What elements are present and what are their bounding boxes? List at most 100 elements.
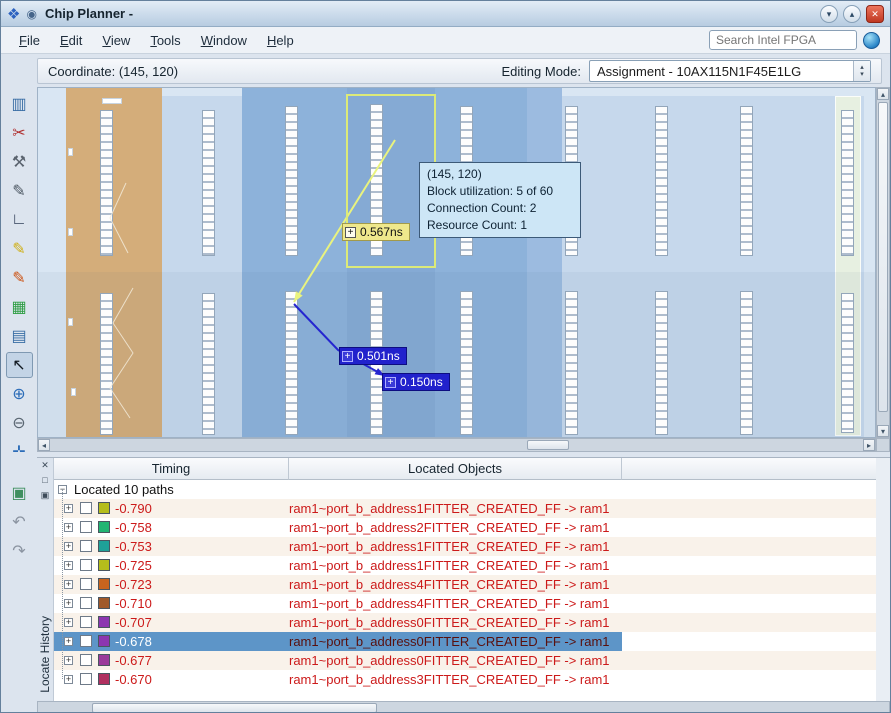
expand-icon[interactable]: + <box>64 542 73 551</box>
column-header-filler <box>622 458 876 480</box>
path-row-5[interactable]: +-0.723ram1~port_b_address4FITTER_CREATE… <box>54 575 876 594</box>
hscroll-thumb[interactable] <box>527 440 569 450</box>
combo-spinner-icon[interactable]: ▴▾ <box>853 61 870 81</box>
floorplan-canvas[interactable]: + 0.567ns + 0.501ns + 0.150ns (145, 120)… <box>37 87 876 438</box>
expand-icon[interactable]: + <box>64 504 73 513</box>
path-checkbox[interactable] <box>80 502 92 514</box>
editing-mode-combo[interactable]: Assignment - 10AX115N1F45E1LG ▴▾ <box>589 60 871 82</box>
path-timing: -0.790 <box>115 501 152 516</box>
maximize-button[interactable]: ▴ <box>843 5 861 23</box>
path-checkbox[interactable] <box>80 654 92 666</box>
scroll-down-icon[interactable]: ▾ <box>877 425 889 437</box>
path-row-2[interactable]: +-0.758ram1~port_b_address2FITTER_CREATE… <box>54 518 876 537</box>
selection-arrow-button[interactable]: ↖ <box>6 352 33 378</box>
path-checkbox[interactable] <box>80 597 92 609</box>
path-row-4[interactable]: +-0.725ram1~port_b_address1FITTER_CREATE… <box>54 556 876 575</box>
tree-root-row[interactable]: − Located 10 paths <box>54 480 876 499</box>
label-handle-icon[interactable]: + <box>345 227 356 238</box>
vscroll-thumb[interactable] <box>878 102 888 412</box>
coordinate-toolbar-inner: Coordinate: (145, 120) Editing Mode: Ass… <box>37 58 882 84</box>
menu-tools[interactable]: Tools <box>140 29 190 52</box>
wrench-tool-button[interactable]: ⚒ <box>6 149 33 175</box>
delay-label[interactable]: + 0.150ns <box>382 373 450 391</box>
menu-help[interactable]: Help <box>257 29 304 52</box>
close-button[interactable]: ✕ <box>866 5 884 23</box>
delay-label[interactable]: + 0.501ns <box>339 347 407 365</box>
undo-locate-button[interactable]: ↶ <box>6 509 33 535</box>
panel-pin-icon[interactable]: ▣ <box>39 490 52 503</box>
path-color-swatch <box>98 578 110 590</box>
canvas-hscrollbar[interactable]: ◂ ▸ <box>37 438 876 452</box>
path-checkbox[interactable] <box>80 616 92 628</box>
scroll-right-icon[interactable]: ▸ <box>863 439 875 451</box>
expand-icon[interactable]: + <box>64 599 73 608</box>
wrench-tool-icon: ⚒ <box>12 152 26 172</box>
panel-hscroll-thumb[interactable] <box>92 703 377 713</box>
menu-view[interactable]: View <box>92 29 140 52</box>
expand-icon[interactable]: + <box>64 637 73 646</box>
selection-arrow-icon: ↖ <box>12 355 25 375</box>
highlight-yellow-button[interactable]: ✎ <box>6 236 33 262</box>
path-color-swatch <box>98 654 110 666</box>
zoom-out-button[interactable]: ⊖ <box>6 410 33 436</box>
zoom-in-button[interactable]: ⊕ <box>6 381 33 407</box>
column-header-located-objects[interactable]: Located Objects <box>289 458 622 480</box>
column-header-timing[interactable]: Timing <box>54 458 289 480</box>
title-bar[interactable]: ❖ ◉ Chip Planner - ▾ ▴ ✕ <box>1 1 890 27</box>
path-checkbox[interactable] <box>80 521 92 533</box>
expand-icon[interactable]: + <box>64 675 73 684</box>
expand-icon[interactable]: + <box>64 523 73 532</box>
locate-history-panel: ✕ □ ▣ Locate History Timing Located Obje… <box>37 457 890 701</box>
menu-file[interactable]: File <box>9 29 50 52</box>
fabric-overview-button[interactable]: ▥ <box>6 91 33 117</box>
menu-window[interactable]: Window <box>191 29 257 52</box>
path-row-10[interactable]: +-0.670ram1~port_b_address3FITTER_CREATE… <box>54 670 876 689</box>
globe-icon[interactable] <box>863 32 880 49</box>
highlight-red-button[interactable]: ✎ <box>6 265 33 291</box>
delay-label[interactable]: + 0.567ns <box>342 223 410 241</box>
expand-icon[interactable]: + <box>64 580 73 589</box>
resource-report-button[interactable]: ▤ <box>6 323 33 349</box>
path-checkbox[interactable] <box>80 578 92 590</box>
path-checkbox[interactable] <box>80 673 92 685</box>
ruler-tool-button[interactable]: ∟ <box>6 207 33 233</box>
label-handle-icon[interactable]: + <box>342 351 353 362</box>
path-row-1[interactable]: +-0.790ram1~port_b_address1FITTER_CREATE… <box>54 499 876 518</box>
edit-connection-button[interactable]: ✎ <box>6 178 33 204</box>
path-object: ram1~port_b_address0FITTER_CREATED_FF ->… <box>289 634 610 649</box>
panel-hscrollbar[interactable] <box>37 701 890 713</box>
app-icon: ❖ <box>7 5 20 23</box>
expand-icon[interactable]: + <box>64 656 73 665</box>
path-checkbox[interactable] <box>80 559 92 571</box>
path-checkbox[interactable] <box>80 540 92 552</box>
scroll-up-icon[interactable]: ▴ <box>877 88 889 100</box>
panel-close-icon[interactable]: ✕ <box>39 460 52 473</box>
locate-history-tab[interactable]: Locate History <box>38 616 52 693</box>
block-column <box>285 291 298 435</box>
tree-guide-line <box>62 489 63 679</box>
path-row-8[interactable]: +-0.678ram1~port_b_address0FITTER_CREATE… <box>54 632 876 651</box>
minimize-button[interactable]: ▾ <box>820 5 838 23</box>
expand-icon[interactable]: + <box>64 618 73 627</box>
panel-float-icon[interactable]: □ <box>39 475 52 488</box>
expand-icon[interactable]: + <box>64 561 73 570</box>
scroll-left-icon[interactable]: ◂ <box>38 439 50 451</box>
path-row-7[interactable]: +-0.707ram1~port_b_address0FITTER_CREATE… <box>54 613 876 632</box>
layer-colors-button[interactable]: ▦ <box>6 294 33 320</box>
redo-locate-button[interactable]: ↷ <box>6 538 33 564</box>
path-row-3[interactable]: +-0.753ram1~port_b_address1FITTER_CREATE… <box>54 537 876 556</box>
path-row-6[interactable]: +-0.710ram1~port_b_address4FITTER_CREATE… <box>54 594 876 613</box>
path-row-9[interactable]: +-0.677ram1~port_b_address0FITTER_CREATE… <box>54 651 876 670</box>
canvas-vscrollbar[interactable]: ▴ ▾ <box>876 87 890 438</box>
path-checkbox[interactable] <box>80 635 92 647</box>
label-handle-icon[interactable]: + <box>385 377 396 388</box>
io-block <box>68 148 73 156</box>
search-input[interactable] <box>709 30 857 50</box>
cut-region-button[interactable]: ✂ <box>6 120 33 146</box>
menu-edit[interactable]: Edit <box>50 29 92 52</box>
screenshot-button[interactable]: ▣ <box>6 480 33 506</box>
path-timing: -0.677 <box>115 653 152 668</box>
path-object: ram1~port_b_address4FITTER_CREATED_FF ->… <box>289 596 610 611</box>
block-column <box>655 291 668 435</box>
scrollbar-corner <box>876 438 890 452</box>
